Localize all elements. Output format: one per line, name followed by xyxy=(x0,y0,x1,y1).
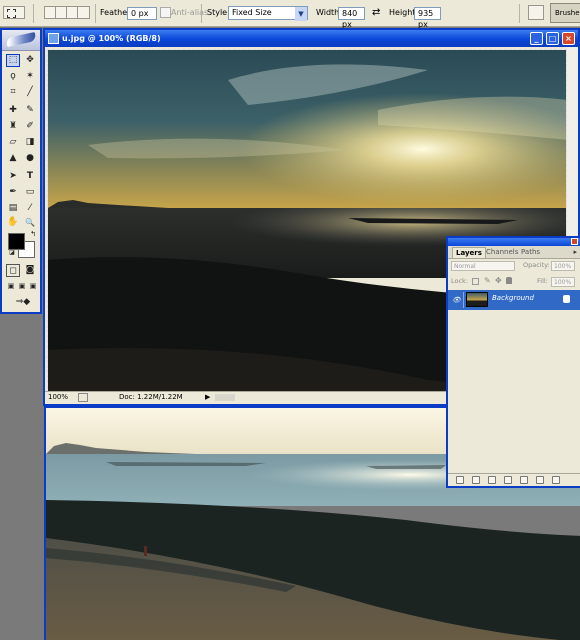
blend-mode-value: Normal xyxy=(454,263,476,270)
document-title: u.jpg @ 100% (RGB/8) xyxy=(62,34,161,43)
marquee-tool-icon[interactable]: ⬚ xyxy=(6,54,20,67)
options-bar: Feather: 0 px Anti-alias Style: Fixed Si… xyxy=(0,0,580,29)
width-input[interactable]: 840 px xyxy=(338,7,365,29)
layer-name[interactable]: Background xyxy=(492,294,534,302)
tool-preset-picker[interactable] xyxy=(3,6,25,19)
type-tool-icon[interactable]: T xyxy=(23,170,37,183)
tab-paths[interactable]: Paths xyxy=(518,247,543,258)
slice-tool-icon[interactable]: ╱ xyxy=(23,86,37,99)
style-label: Style: xyxy=(207,8,230,17)
intersect-selection-icon[interactable] xyxy=(77,6,90,19)
chevron-down-icon: ▼ xyxy=(295,7,307,21)
document-icon xyxy=(48,33,59,44)
standard-mode-icon[interactable]: ◻ xyxy=(6,264,20,277)
path-selection-tool-icon[interactable]: ➤ xyxy=(6,170,20,183)
opacity-input[interactable]: 100% xyxy=(551,261,575,271)
layer-row-divider xyxy=(463,292,464,308)
palette-menu-icon[interactable]: ▸ xyxy=(573,248,577,256)
clone-stamp-tool-icon[interactable]: ♜ xyxy=(6,120,20,133)
layer-row-background[interactable]: 👁 Background xyxy=(448,290,580,310)
swap-dimensions-icon[interactable]: ⇄ xyxy=(372,5,380,21)
close-icon[interactable]: × xyxy=(562,32,575,45)
shape-tool-icon[interactable]: ▭ xyxy=(23,186,37,199)
move-tool-icon[interactable]: ✥ xyxy=(23,54,37,67)
blend-mode-select[interactable]: Normal xyxy=(451,261,515,271)
maximize-icon[interactable]: □ xyxy=(546,32,559,45)
layers-palette-tabs: Layers Channels Paths ▸ xyxy=(448,246,580,259)
dodge-tool-icon[interactable]: ● xyxy=(23,152,37,165)
antialias-checkbox[interactable] xyxy=(160,7,171,18)
new-group-icon[interactable] xyxy=(520,476,528,484)
feather-input[interactable]: 0 px xyxy=(127,7,157,20)
layer-lock-icon xyxy=(563,295,570,303)
file-browser-icon[interactable] xyxy=(528,5,544,20)
lock-position-icon[interactable]: ✥ xyxy=(495,276,502,285)
new-layer-icon[interactable] xyxy=(536,476,544,484)
style-select-value: Fixed Size xyxy=(232,8,272,17)
quick-mask-mode-icon[interactable]: ◙ xyxy=(23,264,37,277)
history-brush-tool-icon[interactable]: ✐ xyxy=(23,120,37,133)
layer-style-icon[interactable] xyxy=(472,476,480,484)
style-select[interactable]: Fixed Size ▼ xyxy=(228,6,308,21)
default-colors-icon[interactable]: ◪ xyxy=(5,246,19,259)
document-titlebar[interactable]: u.jpg @ 100% (RGB/8) _ □ × xyxy=(45,30,578,47)
document-size: Doc: 1.22M/1.22M xyxy=(119,393,183,401)
status-menu-arrow-icon[interactable]: ▶ xyxy=(205,392,210,403)
tab-layers[interactable]: Layers xyxy=(452,247,486,258)
layer-thumbnail xyxy=(466,292,488,307)
lock-label: Lock: xyxy=(451,277,469,285)
brush-tool-icon[interactable]: ✎ xyxy=(23,104,37,117)
minimize-icon[interactable]: _ xyxy=(530,32,543,45)
swap-colors-icon[interactable]: ↰ xyxy=(26,228,40,241)
jump-to-imageready-icon[interactable]: ⇒◆ xyxy=(10,296,36,309)
new-adjustment-layer-icon[interactable] xyxy=(504,476,512,484)
magic-wand-tool-icon[interactable]: ✶ xyxy=(23,70,37,83)
close-icon[interactable] xyxy=(571,238,578,245)
feather-logo-icon xyxy=(5,31,37,48)
antialias-label: Anti-alias xyxy=(171,8,209,17)
tab-channels[interactable]: Channels xyxy=(483,247,521,258)
palette-tab-label: Brushes xyxy=(555,9,580,17)
full-screen-mode-icon[interactable]: ▣ xyxy=(26,280,40,293)
layers-palette: Layers Channels Paths ▸ Normal Opacity: … xyxy=(446,236,580,488)
blur-tool-icon[interactable]: ▲ xyxy=(6,152,20,165)
opacity-label: Opacity: xyxy=(523,261,550,269)
height-input[interactable]: 935 px xyxy=(414,7,441,29)
pen-tool-icon[interactable]: ✒ xyxy=(6,186,20,199)
crop-tool-icon[interactable]: ⌗ xyxy=(6,86,20,99)
horizontal-scrollbar[interactable] xyxy=(215,394,235,401)
status-options-icon[interactable] xyxy=(78,393,88,402)
zoom-level[interactable]: 100% xyxy=(48,392,68,403)
layers-palette-titlebar[interactable] xyxy=(448,238,580,246)
hand-tool-icon[interactable]: ✋ xyxy=(6,216,20,229)
link-layers-icon[interactable] xyxy=(456,476,464,484)
toolbox-header[interactable] xyxy=(2,30,40,51)
layer-visibility-eye-icon[interactable]: 👁 xyxy=(452,296,461,304)
delete-layer-icon[interactable] xyxy=(552,476,560,484)
lock-image-icon[interactable]: ✎ xyxy=(484,276,491,285)
layers-palette-bottom-bar xyxy=(448,473,580,486)
healing-brush-tool-icon[interactable]: ✚ xyxy=(6,104,20,117)
palette-well-tab-brushes[interactable]: Brushes xyxy=(550,3,580,23)
eraser-tool-icon[interactable]: ▱ xyxy=(6,136,20,149)
layer-mask-icon[interactable] xyxy=(488,476,496,484)
lock-transparency-icon[interactable] xyxy=(472,278,479,285)
notes-tool-icon[interactable]: ▤ xyxy=(6,202,20,215)
lasso-tool-icon[interactable]: ϙ xyxy=(6,70,20,83)
lock-all-icon[interactable] xyxy=(506,277,512,284)
toolbox: ⬚ ✥ ϙ ✶ ⌗ ╱ ✚ ✎ ♜ ✐ ▱ ◨ ▲ ● ➤ T ✒ ▭ ▤ ⁄ … xyxy=(0,28,42,314)
fill-label: Fill: xyxy=(537,277,548,285)
gradient-tool-icon[interactable]: ◨ xyxy=(23,136,37,149)
eyedropper-tool-icon[interactable]: ⁄ xyxy=(23,202,37,215)
fill-input[interactable]: 100% xyxy=(551,277,575,287)
